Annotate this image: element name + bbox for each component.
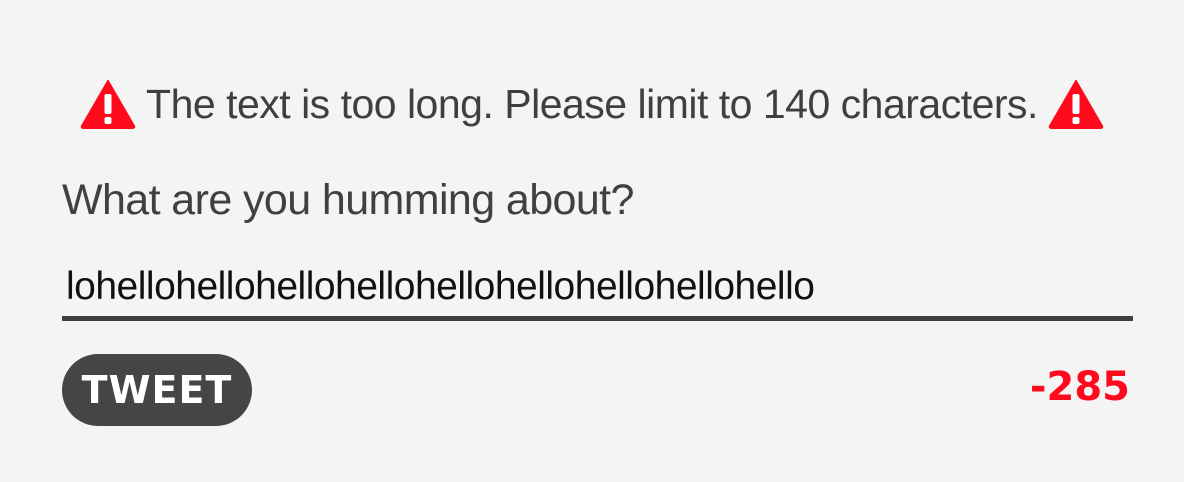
warning-triangle-icon [80,79,136,129]
warning-triangle-icon [1048,79,1104,129]
error-banner: The text is too long. Please limit to 14… [0,74,1184,134]
tweet-button[interactable]: TWEET [62,354,252,426]
tweet-text-input[interactable] [62,258,1133,321]
character-counter: -285 [1029,364,1130,410]
compose-prompt-label: What are you humming about? [62,176,634,224]
error-message: The text is too long. Please limit to 14… [146,80,1038,127]
